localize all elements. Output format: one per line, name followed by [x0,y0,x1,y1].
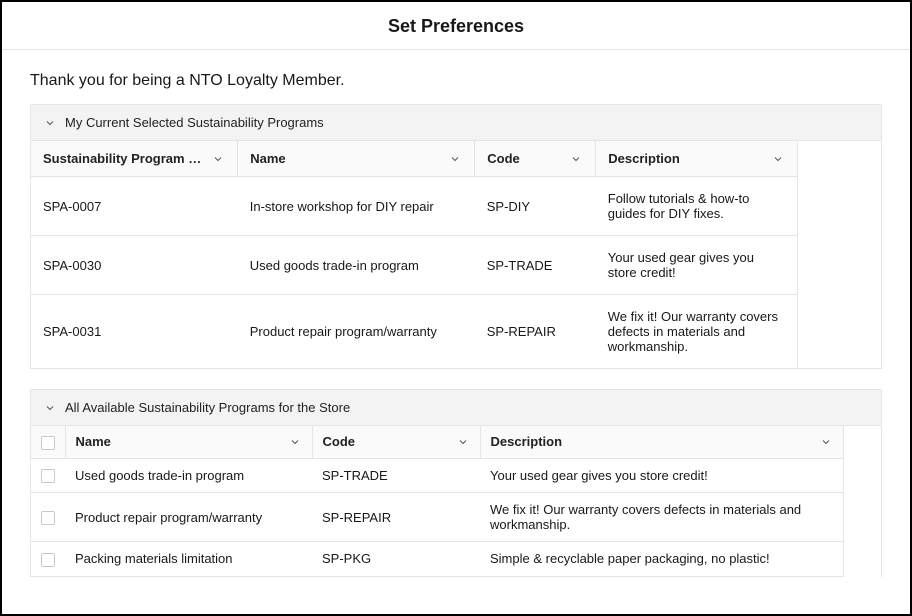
table-row: Product repair program/warranty SP-REPAI… [31,493,843,542]
chevron-down-icon [211,152,225,166]
cell-name: Used goods trade-in program [238,236,475,295]
chevron-down-icon [288,435,302,449]
checkbox-icon[interactable] [41,436,55,450]
table-row: SPA-0031 Product repair program/warranty… [31,295,797,369]
col-label: Name [250,151,285,166]
cell-checkbox[interactable] [31,458,65,493]
col-header-code[interactable]: Code [312,426,480,458]
cell-description: We fix it! Our warranty covers defects i… [596,295,798,369]
col-label: Name [76,434,111,449]
col-label: Sustainability Program … [43,151,201,166]
checkbox-icon[interactable] [41,511,55,525]
checkbox-icon[interactable] [41,469,55,483]
col-header-program-number[interactable]: Sustainability Program … [31,141,238,177]
col-header-code[interactable]: Code [475,141,596,177]
cell-description: Follow tutorials & how-to guides for DIY… [596,177,798,236]
section-my-programs: My Current Selected Sustainability Progr… [30,104,882,369]
chevron-down-icon [43,116,57,130]
section-all-programs-title: All Available Sustainability Programs fo… [65,400,350,415]
all-programs-table-wrap: Name Code Description Used goods trade-i… [30,426,882,577]
cell-checkbox[interactable] [31,493,65,542]
col-header-checkbox[interactable] [31,426,65,458]
cell-checkbox[interactable] [31,542,65,577]
table-row: SPA-0030 Used goods trade-in program SP-… [31,236,797,295]
cell-name: In-store workshop for DIY repair [238,177,475,236]
cell-name: Packing materials limitation [65,542,312,577]
chevron-down-icon [819,435,833,449]
page-content: Thank you for being a NTO Loyalty Member… [2,50,910,609]
col-label: Code [487,151,520,166]
cell-description: Your used gear gives you store credit! [480,458,843,493]
cell-program-number: SPA-0031 [31,295,238,369]
chevron-down-icon [43,401,57,415]
cell-code: SP-DIY [475,177,596,236]
cell-name: Product repair program/warranty [65,493,312,542]
cell-name: Product repair program/warranty [238,295,475,369]
table-row: Used goods trade-in program SP-TRADE You… [31,458,843,493]
cell-program-number: SPA-0030 [31,236,238,295]
cell-description: We fix it! Our warranty covers defects i… [480,493,843,542]
cell-code: SP-REPAIR [312,493,480,542]
section-my-programs-header[interactable]: My Current Selected Sustainability Progr… [30,104,882,141]
cell-program-number: SPA-0007 [31,177,238,236]
thankyou-text: Thank you for being a NTO Loyalty Member… [30,72,882,90]
table-header-row: Sustainability Program … Name Code Descr… [31,141,797,177]
checkbox-icon[interactable] [41,553,55,567]
cell-code: SP-TRADE [312,458,480,493]
extra-column-space [844,426,882,577]
col-header-description[interactable]: Description [596,141,798,177]
chevron-down-icon [569,152,583,166]
cell-code: SP-PKG [312,542,480,577]
table-row: Packing materials limitation SP-PKG Simp… [31,542,843,577]
chevron-down-icon [771,152,785,166]
cell-description: Simple & recyclable paper packaging, no … [480,542,843,577]
section-my-programs-title: My Current Selected Sustainability Progr… [65,115,324,130]
my-programs-table: Sustainability Program … Name Code Descr… [31,141,798,368]
page-header: Set Preferences [2,2,910,50]
chevron-down-icon [448,152,462,166]
col-header-description[interactable]: Description [480,426,843,458]
col-label: Description [491,434,563,449]
cell-description: Your used gear gives you store credit! [596,236,798,295]
col-header-name[interactable]: Name [65,426,312,458]
cell-name: Used goods trade-in program [65,458,312,493]
table-row: SPA-0007 In-store workshop for DIY repai… [31,177,797,236]
col-label: Description [608,151,680,166]
cell-code: SP-TRADE [475,236,596,295]
col-header-name[interactable]: Name [238,141,475,177]
page-title: Set Preferences [2,16,910,37]
col-label: Code [323,434,356,449]
table-header-row: Name Code Description [31,426,843,458]
my-programs-table-wrap: Sustainability Program … Name Code Descr… [30,141,882,369]
section-all-programs-header[interactable]: All Available Sustainability Programs fo… [30,389,882,426]
cell-code: SP-REPAIR [475,295,596,369]
chevron-down-icon [456,435,470,449]
extra-column-space [798,141,881,368]
all-programs-table: Name Code Description Used goods trade-i… [31,426,844,577]
section-all-programs: All Available Sustainability Programs fo… [30,389,882,577]
